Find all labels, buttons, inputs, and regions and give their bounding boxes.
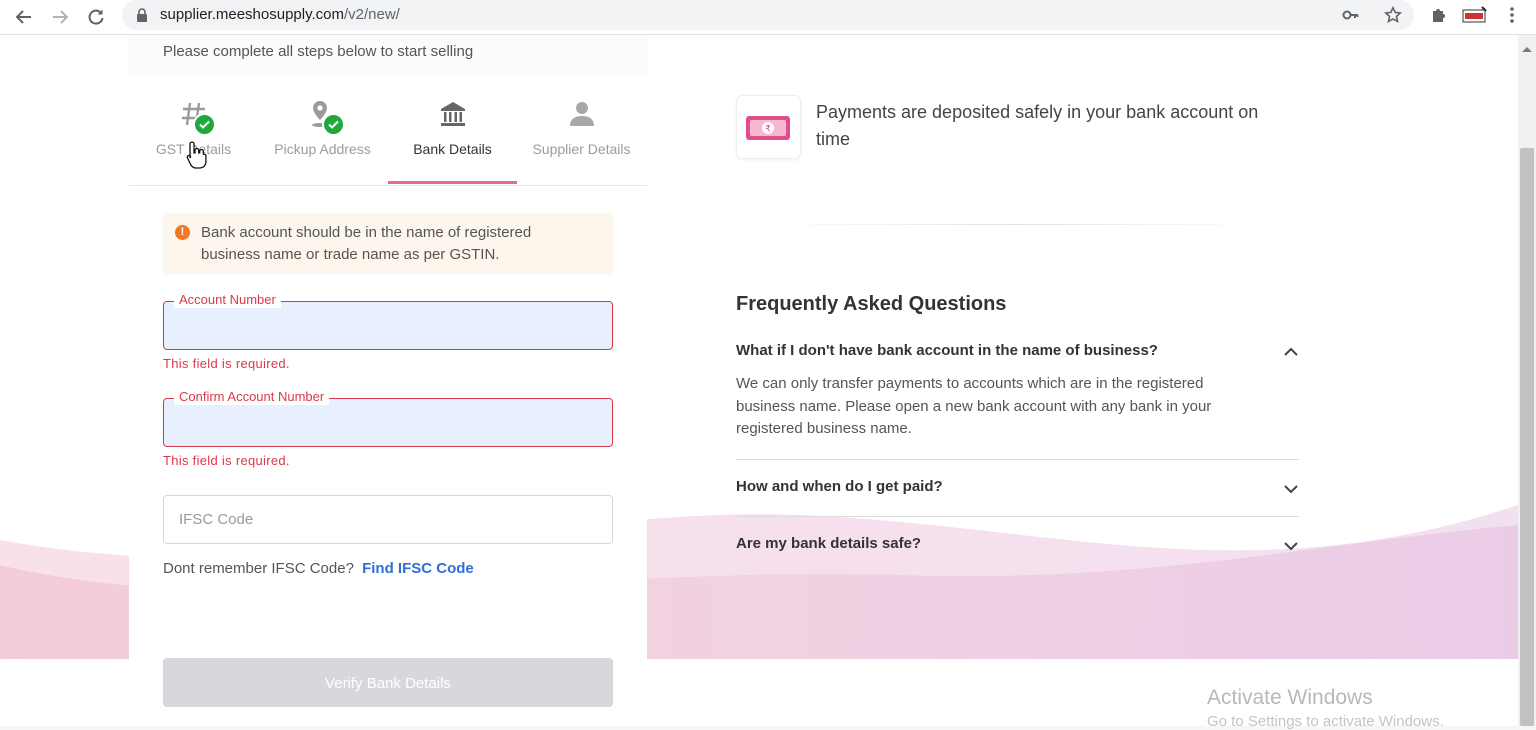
verify-bank-details-button[interactable]: Verify Bank Details (163, 658, 613, 707)
rupee-note-icon: ₹ (746, 116, 790, 140)
chevron-up-icon[interactable] (1283, 345, 1299, 363)
extension-icon[interactable] (1462, 5, 1488, 30)
step-label: Supplier Details (532, 141, 631, 157)
star-icon[interactable] (1383, 5, 1403, 29)
section-divider (766, 224, 1266, 225)
scroll-up-icon[interactable] (1521, 40, 1533, 58)
intro-text: Please complete all steps below to start… (163, 43, 474, 60)
faq-question-3[interactable]: Are my bank details safe? (736, 535, 921, 552)
ifsc-code-input[interactable] (164, 496, 612, 543)
ifsc-help: Dont remember IFSC Code? Find IFSC Code (163, 560, 474, 577)
notice-text: Bank account should be in the name of re… (201, 224, 532, 263)
reload-icon[interactable] (83, 4, 109, 30)
account-number-field[interactable]: Account Number (163, 292, 613, 350)
confirm-account-number-error: This field is required. (163, 453, 290, 468)
card-header: Please complete all steps below to start… (129, 35, 647, 77)
faq-question-1[interactable]: What if I don't have bank account in the… (736, 342, 1158, 359)
faq-separator (736, 459, 1299, 460)
step-supplier-details[interactable]: Supplier Details (517, 77, 646, 185)
check-icon (193, 113, 216, 136)
check-icon (322, 113, 345, 136)
info-warning-icon: ! (175, 225, 190, 240)
scrollbar-thumb[interactable] (1520, 148, 1534, 726)
key-icon[interactable] (1342, 6, 1360, 29)
url-text: supplier.meeshosupply.com/v2/new/ (160, 6, 400, 23)
step-label: Bank Details (413, 141, 492, 157)
faq-separator (736, 516, 1299, 517)
chevron-down-icon[interactable] (1283, 539, 1299, 557)
find-ifsc-link[interactable]: Find IFSC Code (362, 560, 474, 577)
faq-answer-1: We can only transfer payments to account… (736, 375, 1212, 437)
person-icon (569, 102, 594, 126)
extensions-puzzle-icon[interactable] (1430, 5, 1448, 30)
activate-windows-title: Activate Windows (1207, 686, 1373, 709)
confirm-account-number-input[interactable] (164, 399, 612, 446)
account-number-input[interactable] (164, 302, 612, 349)
chevron-down-icon[interactable] (1283, 482, 1299, 500)
activate-windows-subtitle: Go to Settings to activate Windows. (1207, 713, 1444, 730)
payment-icon-box: ₹ (736, 95, 801, 159)
step-label: Pickup Address (274, 141, 371, 157)
back-icon[interactable] (11, 4, 37, 30)
browser-toolbar: supplier.meeshosupply.com/v2/new/ (0, 0, 1536, 35)
menu-dots-icon[interactable] (1505, 5, 1519, 30)
forward-icon[interactable] (47, 4, 73, 30)
faq-title: Frequently Asked Questions (736, 293, 1007, 315)
ifsc-code-field[interactable] (163, 495, 613, 544)
bank-name-notice: ! Bank account should be in the name of … (163, 213, 613, 274)
faq-question-2[interactable]: How and when do I get paid? (736, 478, 943, 495)
svg-text:₹: ₹ (765, 125, 771, 135)
onboarding-card: Please complete all steps below to start… (129, 35, 647, 726)
address-bar[interactable]: supplier.meeshosupply.com/v2/new/ (122, 0, 1414, 30)
confirm-account-number-field[interactable]: Confirm Account Number (163, 389, 613, 447)
step-bank-details[interactable]: Bank Details (388, 77, 517, 185)
hand-cursor-icon (186, 140, 208, 175)
bank-icon (440, 102, 465, 126)
lock-icon (136, 8, 148, 27)
account-number-error: This field is required. (163, 356, 290, 371)
active-step-indicator (388, 181, 517, 184)
ifsc-help-text: Dont remember IFSC Code? (163, 560, 354, 577)
payment-info-text: Payments are deposited safely in your ba… (816, 102, 1259, 149)
step-pickup-address[interactable]: Pickup Address (258, 77, 387, 185)
